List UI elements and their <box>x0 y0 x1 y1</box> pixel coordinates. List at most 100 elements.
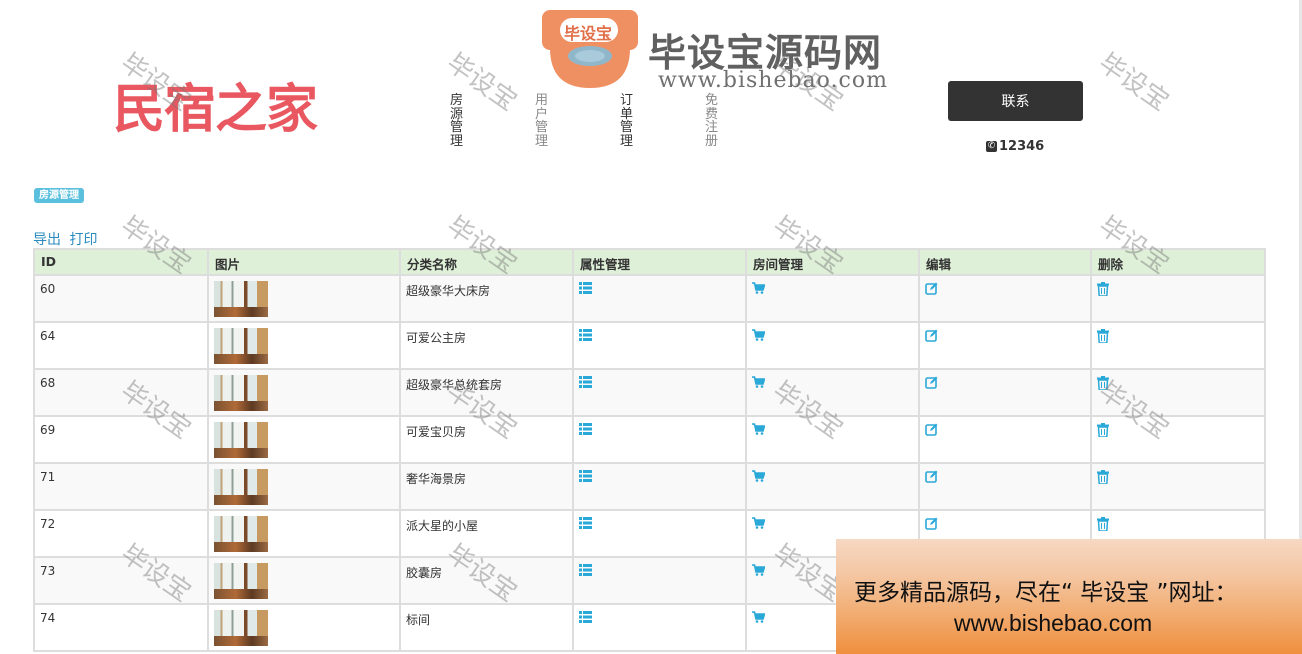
cell-edit <box>918 462 1092 511</box>
cell-category-name: 标间 <box>399 603 574 652</box>
cell-attributes <box>572 462 747 511</box>
cell-category-name: 超级豪华总统套房 <box>399 368 574 417</box>
table-row: 68 超级豪华总统套房 <box>33 368 1266 417</box>
header-delete: 删除 <box>1090 248 1266 276</box>
header-id: ID <box>33 248 209 276</box>
cell-rooms <box>745 415 920 464</box>
cell-rooms <box>745 321 920 370</box>
cell-image <box>207 368 401 417</box>
cart-icon[interactable] <box>752 376 766 390</box>
ad-url[interactable]: www.bishebao.com <box>954 610 1152 637</box>
room-thumbnail[interactable] <box>214 375 268 411</box>
cell-attributes <box>572 509 747 558</box>
cell-delete <box>1090 274 1266 323</box>
cell-attributes <box>572 415 747 464</box>
phone-info: ✆ 12346 <box>986 139 1044 154</box>
trash-icon[interactable] <box>1097 329 1111 344</box>
contact-button[interactable]: 联系 <box>948 81 1083 121</box>
site-logo[interactable]: 民宿之家 <box>113 84 318 136</box>
table-header-row: ID 图片 分类名称 属性管理 房间管理 编辑 删除 <box>33 248 1266 276</box>
edit-icon[interactable] <box>925 423 939 437</box>
trash-icon[interactable] <box>1097 423 1111 438</box>
trash-icon[interactable] <box>1097 376 1111 391</box>
room-thumbnail[interactable] <box>214 469 268 505</box>
cell-category-name: 奢华海景房 <box>399 462 574 511</box>
cell-attributes <box>572 321 747 370</box>
list-icon[interactable] <box>579 611 593 625</box>
list-icon[interactable] <box>579 329 593 343</box>
header-rooms: 房间管理 <box>745 248 920 276</box>
cart-icon[interactable] <box>752 564 766 578</box>
cell-category-name: 派大星的小屋 <box>399 509 574 558</box>
nav-item-register[interactable]: 免费注册 <box>705 94 719 148</box>
cell-id: 60 <box>33 274 209 323</box>
cell-id: 69 <box>33 415 209 464</box>
section-badge: 房源管理 <box>34 188 84 203</box>
table-row: 64 可爱公主房 <box>33 321 1266 370</box>
cart-icon[interactable] <box>752 517 766 531</box>
cart-icon[interactable] <box>752 423 766 437</box>
nav-item-users[interactable]: 用户管理 <box>535 94 549 148</box>
cell-category-name: 超级豪华大床房 <box>399 274 574 323</box>
nav-item-orders[interactable]: 订单管理 <box>620 94 634 148</box>
cell-delete <box>1090 462 1266 511</box>
ad-line-1: 更多精品源码，尽在“ 毕设宝 ”网址： <box>854 580 1238 606</box>
room-thumbnail[interactable] <box>214 516 268 552</box>
cell-category-name: 可爱宝贝房 <box>399 415 574 464</box>
edit-icon[interactable] <box>925 470 939 484</box>
list-icon[interactable] <box>579 564 593 578</box>
list-icon[interactable] <box>579 282 593 296</box>
cell-image <box>207 274 401 323</box>
cell-delete <box>1090 321 1266 370</box>
cell-id: 74 <box>33 603 209 652</box>
table-row: 69 可爱宝贝房 <box>33 415 1266 464</box>
table-row: 71 奢华海景房 <box>33 462 1266 511</box>
table-actions: 导出 打印 <box>33 229 101 249</box>
table-row: 60 超级豪华大床房 <box>33 274 1266 323</box>
cell-edit <box>918 368 1092 417</box>
room-thumbnail[interactable] <box>214 422 268 458</box>
cell-image <box>207 556 401 605</box>
list-icon[interactable] <box>579 470 593 484</box>
room-thumbnail[interactable] <box>214 281 268 317</box>
cell-id: 71 <box>33 462 209 511</box>
cell-rooms <box>745 368 920 417</box>
cell-id: 72 <box>33 509 209 558</box>
ad-banner[interactable]: 更多精品源码，尽在“ 毕设宝 ”网址： www.bishebao.com <box>836 539 1302 654</box>
room-thumbnail[interactable] <box>214 563 268 599</box>
list-icon[interactable] <box>579 423 593 437</box>
list-icon[interactable] <box>579 517 593 531</box>
edit-icon[interactable] <box>925 329 939 343</box>
cell-attributes <box>572 368 747 417</box>
cell-attributes <box>572 274 747 323</box>
header-category: 分类名称 <box>399 248 574 276</box>
header-attributes: 属性管理 <box>572 248 747 276</box>
cell-edit <box>918 274 1092 323</box>
cell-rooms <box>745 274 920 323</box>
cart-icon[interactable] <box>752 282 766 296</box>
trash-icon[interactable] <box>1097 470 1111 485</box>
cell-image <box>207 603 401 652</box>
cell-edit <box>918 415 1092 464</box>
cart-icon[interactable] <box>752 470 766 484</box>
trash-icon[interactable] <box>1097 517 1111 532</box>
cart-icon[interactable] <box>752 611 766 625</box>
edit-icon[interactable] <box>925 517 939 531</box>
cart-icon[interactable] <box>752 329 766 343</box>
edit-icon[interactable] <box>925 376 939 390</box>
print-link[interactable]: 打印 <box>69 232 97 248</box>
cell-id: 64 <box>33 321 209 370</box>
list-icon[interactable] <box>579 376 593 390</box>
cell-image <box>207 321 401 370</box>
cell-category-name: 胶囊房 <box>399 556 574 605</box>
phone-number: 12346 <box>999 139 1045 154</box>
export-link[interactable]: 导出 <box>33 232 61 248</box>
room-thumbnail[interactable] <box>214 610 268 646</box>
trash-icon[interactable] <box>1097 282 1111 297</box>
header-edit: 编辑 <box>918 248 1092 276</box>
cell-edit <box>918 321 1092 370</box>
edit-icon[interactable] <box>925 282 939 296</box>
watermark-url: www.bishebao.com <box>658 68 888 93</box>
nav-item-listings[interactable]: 房源管理 <box>450 94 464 148</box>
room-thumbnail[interactable] <box>214 328 268 364</box>
